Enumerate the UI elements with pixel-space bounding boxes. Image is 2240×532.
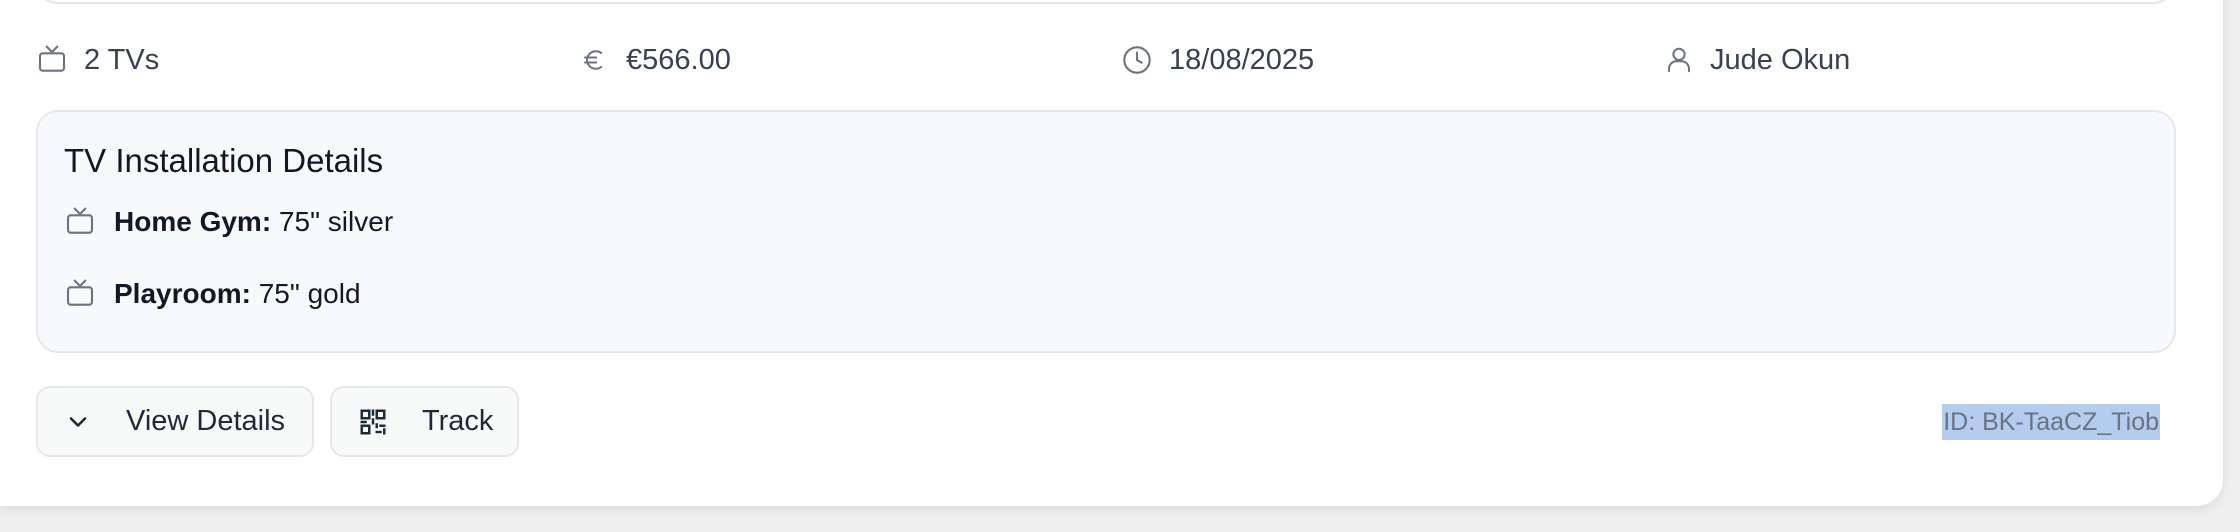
tv-icon (66, 207, 94, 234)
room-name: Playroom: (114, 278, 251, 309)
tv-spec: 75" silver (271, 206, 394, 237)
view-details-button[interactable]: View Details (36, 386, 314, 457)
euro-icon (584, 50, 603, 70)
price: €566.00 (626, 43, 731, 76)
installation-details-panel: TV Installation Details Home Gym: 75" si… (36, 110, 2176, 353)
tv-spec: 75" gold (250, 278, 361, 309)
tv-count: 2 TVs (84, 43, 160, 76)
customer-name: Jude Okun (1710, 43, 1851, 76)
track-label: Track (422, 405, 494, 437)
customer-meta: Jude Okun (1664, 42, 1850, 78)
booking-date: 18/08/2025 (1169, 43, 1315, 76)
room-name: Home Gym: (114, 206, 272, 237)
booking-card: 2 TVs €566.00 18/08/2025 Jude Okun TV In… (0, 0, 2223, 506)
list-item: Home Gym: 75" silver (64, 202, 393, 242)
details-title: TV Installation Details (64, 142, 384, 179)
tv-icon (66, 279, 94, 306)
tv-item-text: Playroom: 75" gold (114, 278, 361, 310)
list-item: Playroom: 75" gold (64, 274, 361, 314)
tv-count-meta: 2 TVs (36, 42, 159, 78)
tv-icon (38, 45, 66, 72)
previous-section-box (36, 0, 2175, 4)
view-details-label: View Details (126, 405, 286, 437)
qr-code-icon (360, 409, 386, 434)
date-meta: 18/08/2025 (1121, 42, 1314, 78)
price-meta: €566.00 (580, 42, 731, 78)
booking-id: ID: BK-TaaCZ_Tiob (1942, 404, 2160, 440)
user-icon (1668, 47, 1690, 73)
clock-icon (1123, 46, 1151, 74)
track-button[interactable]: Track (330, 386, 519, 457)
tv-item-text: Home Gym: 75" silver (114, 206, 393, 238)
chevron-down-icon (69, 416, 87, 427)
